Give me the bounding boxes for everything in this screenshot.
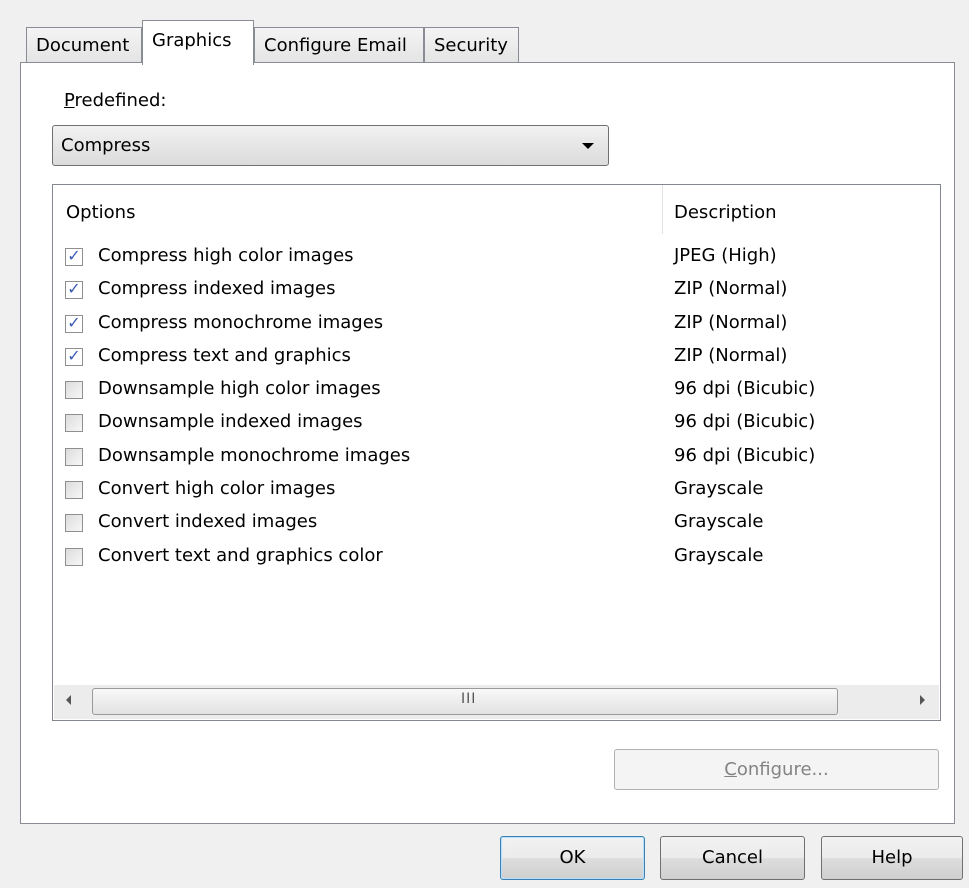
option-description: 96 dpi (Bicubic) [674, 411, 816, 433]
option-checkbox[interactable] [65, 447, 83, 466]
column-header-description[interactable]: Description [663, 185, 940, 234]
option-description: JPEG (High) [674, 245, 777, 266]
horizontal-scrollbar[interactable]: III [54, 685, 939, 719]
list-item[interactable]: Downsample indexed images 96 dpi (Bicubic… [53, 407, 940, 440]
checkmark-icon: ✓ [67, 345, 81, 365]
option-label: Compress high color images [98, 245, 354, 266]
checkmark-icon: ✓ [67, 312, 81, 332]
scroll-right-icon[interactable] [920, 695, 925, 705]
tab-security-label: Security [434, 35, 508, 56]
option-description: Grayscale [674, 511, 764, 533]
list-item[interactable]: Convert high color images Grayscale [53, 474, 940, 507]
list-item[interactable]: Downsample high color images 96 dpi (Bicu… [53, 374, 940, 407]
option-label: Downsample monochrome images [98, 444, 411, 466]
list-item[interactable]: ✓ Compress text and graphics ZIP (Normal) [53, 341, 940, 374]
help-button[interactable]: Help [821, 836, 963, 880]
option-checkbox[interactable]: ✓ [65, 345, 83, 366]
option-label: Convert text and graphics color [98, 544, 383, 566]
option-description: 96 dpi (Bicubic) [674, 378, 816, 400]
cancel-button-label: Cancel [702, 847, 763, 868]
option-checkbox[interactable] [65, 481, 83, 500]
predefined-selected-value: Compress [61, 135, 151, 156]
predefined-label-rest: redefined: [74, 90, 167, 111]
option-checkbox[interactable]: ✓ [65, 312, 83, 333]
list-item[interactable]: ✓ Compress monochrome images ZIP (Normal) [53, 308, 940, 341]
option-description: ZIP (Normal) [674, 311, 788, 333]
tab-document[interactable]: Document [26, 27, 142, 62]
list-rows: ✓ Compress high color images JPEG (High) ✓ C… [53, 241, 940, 574]
scrollbar-grip-icon: III [461, 691, 477, 707]
option-label: Downsample indexed images [98, 411, 363, 433]
tab-security[interactable]: Security [424, 27, 519, 62]
predefined-dropdown[interactable]: Compress [52, 125, 609, 166]
option-label: Compress indexed images [98, 278, 336, 300]
graphics-tab-panel: Predefined: Compress Options Description… [20, 62, 955, 824]
tab-configure-email-label: Configure Email [264, 35, 407, 56]
options-list[interactable]: Options Description ✓ Compress high color… [52, 184, 941, 721]
checkmark-icon: ✓ [67, 279, 81, 299]
scrollbar-thumb[interactable]: III [92, 688, 838, 715]
option-checkbox[interactable]: ✓ [65, 279, 83, 300]
configure-button-rest: onfigure... [736, 759, 829, 780]
option-description: Grayscale [674, 544, 764, 566]
option-checkbox[interactable] [65, 514, 83, 533]
option-description: ZIP (Normal) [674, 278, 788, 300]
list-item[interactable]: ✓ Compress indexed images ZIP (Normal) [53, 274, 940, 307]
configure-button[interactable]: Configure... [614, 749, 939, 790]
option-label: Compress text and graphics [98, 344, 351, 366]
list-item[interactable]: Downsample monochrome images 96 dpi (Bicu… [53, 441, 940, 474]
option-checkbox[interactable]: ✓ [65, 246, 83, 266]
tab-configure-email[interactable]: Configure Email [254, 27, 424, 62]
list-item[interactable]: ✓ Compress high color images JPEG (High) [53, 241, 940, 274]
option-label: Downsample high color images [98, 378, 381, 400]
option-description: 96 dpi (Bicubic) [674, 444, 816, 466]
tab-graphics-label: Graphics [152, 30, 232, 51]
option-label: Convert high color images [98, 478, 336, 500]
list-item[interactable]: Convert indexed images Grayscale [53, 507, 940, 540]
chevron-down-icon [582, 143, 594, 149]
predefined-label-accel: P [64, 90, 75, 111]
option-checkbox[interactable] [65, 547, 83, 566]
help-button-label: Help [871, 847, 913, 868]
option-checkbox[interactable] [65, 414, 83, 433]
ok-button-label: OK [559, 847, 586, 868]
tab-graphics[interactable]: Graphics [142, 20, 254, 65]
tab-document-label: Document [36, 35, 130, 56]
list-item[interactable]: Convert text and graphics color Grayscale [53, 541, 940, 574]
list-header: Options Description [53, 185, 940, 235]
option-description: ZIP (Normal) [674, 344, 788, 366]
configure-button-accel: C [724, 759, 737, 780]
option-label: Convert indexed images [98, 511, 318, 533]
option-checkbox[interactable] [65, 381, 83, 400]
option-label: Compress monochrome images [98, 311, 384, 333]
column-header-description-label: Description [674, 202, 777, 223]
column-header-options-label: Options [66, 202, 136, 223]
predefined-label: Predefined: [64, 90, 166, 111]
checkmark-icon: ✓ [67, 246, 81, 265]
column-header-options[interactable]: Options [53, 185, 663, 234]
scroll-left-icon[interactable] [66, 695, 71, 705]
cancel-button[interactable]: Cancel [660, 836, 805, 880]
option-description: Grayscale [674, 478, 764, 500]
ok-button[interactable]: OK [500, 836, 645, 880]
